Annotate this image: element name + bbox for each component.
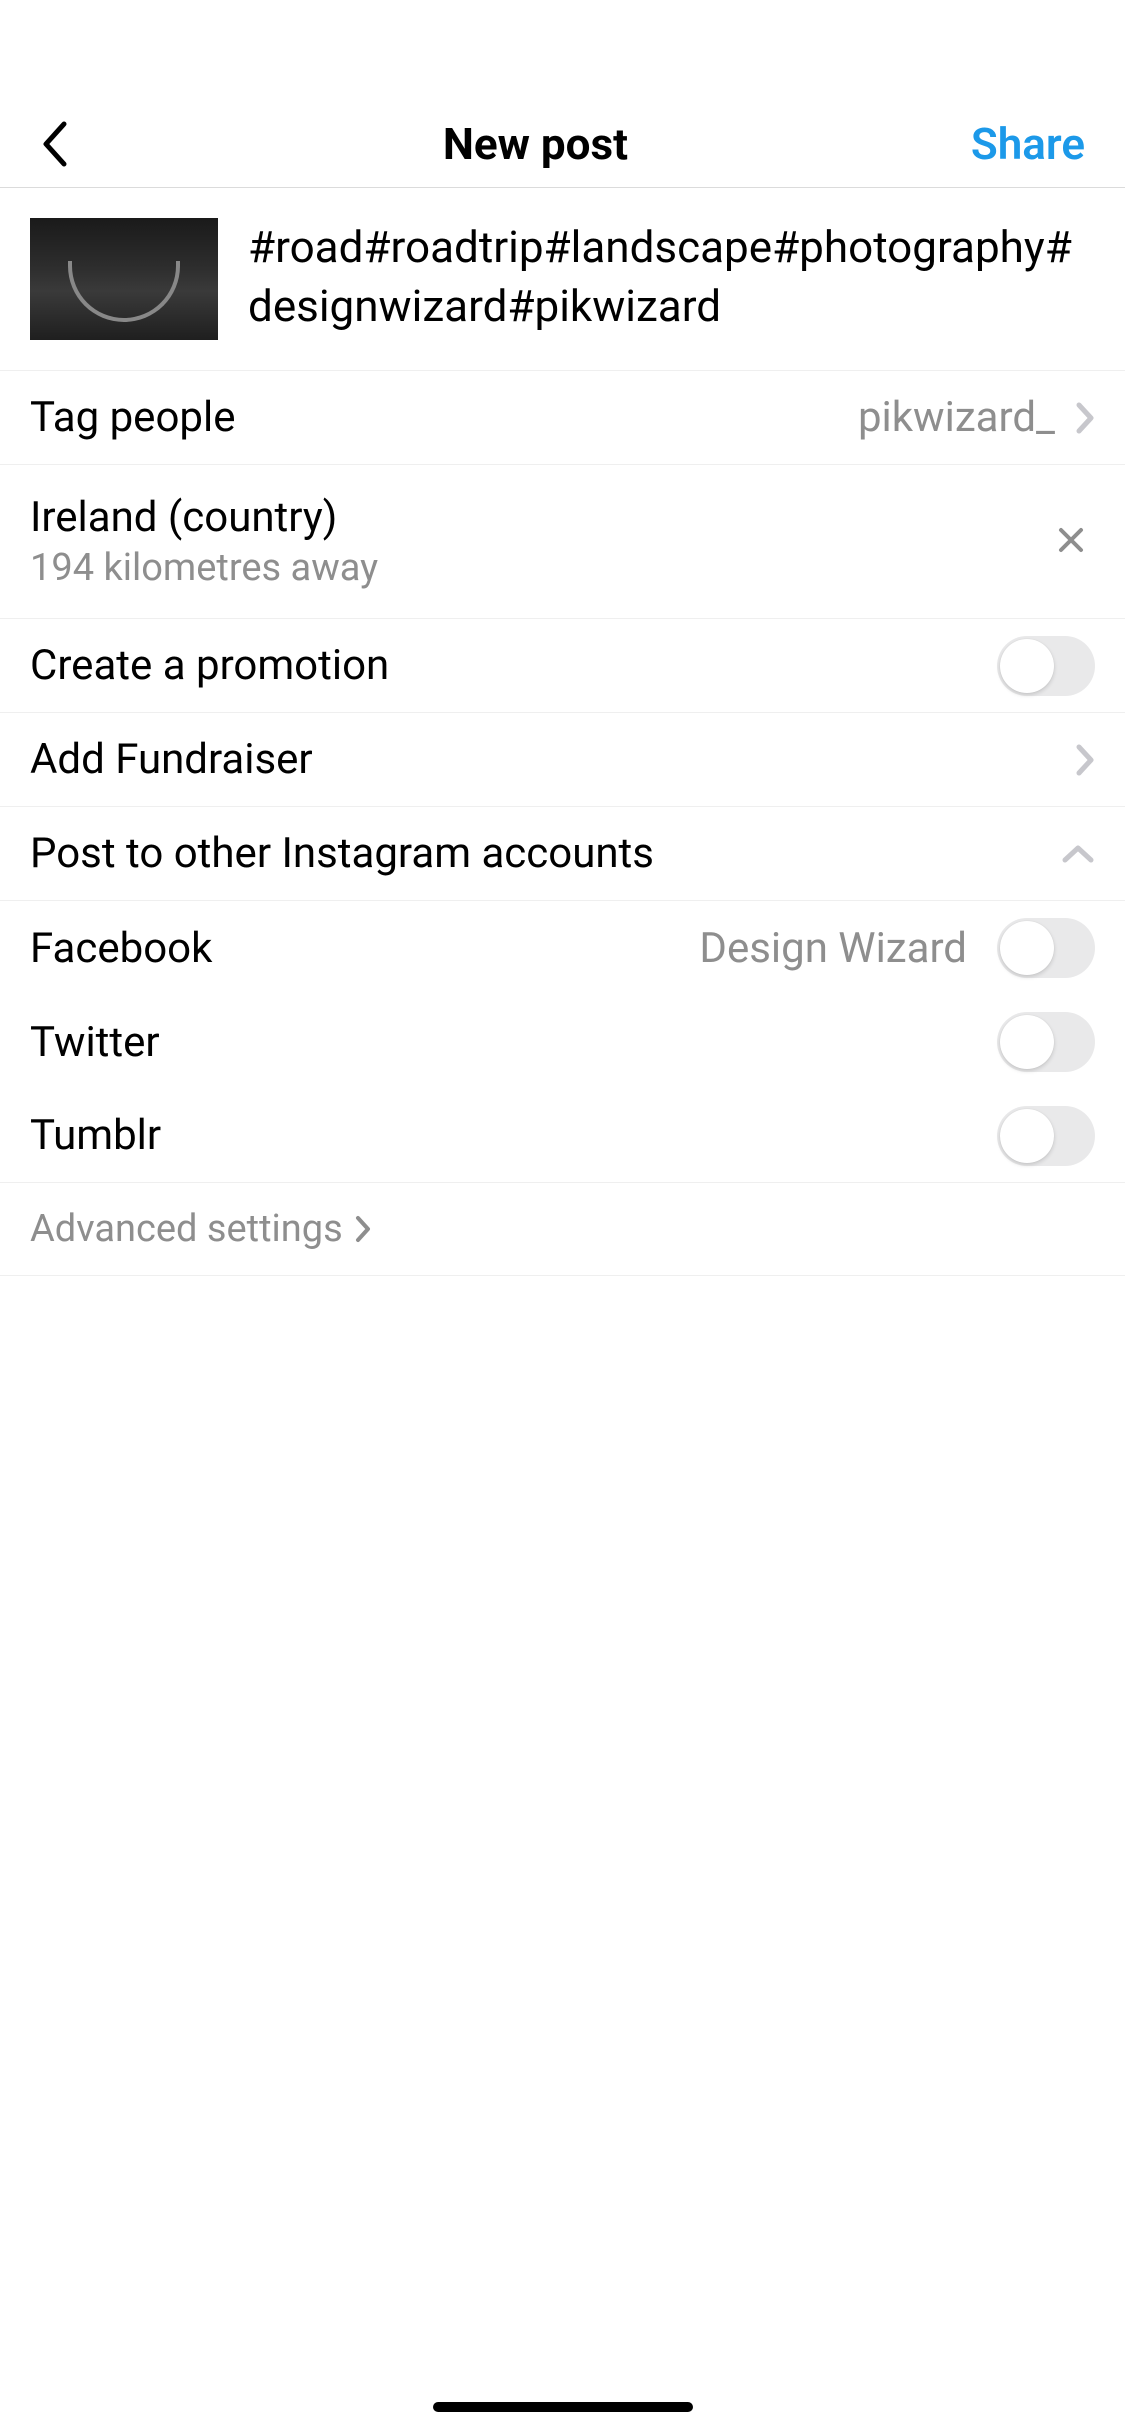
advanced-settings-row[interactable]: Advanced settings: [0, 1183, 1125, 1276]
home-indicator[interactable]: [433, 2402, 693, 2412]
location-name: Ireland (country): [30, 493, 378, 542]
advanced-settings-label: Advanced settings: [30, 1207, 343, 1251]
nav-bar: New post Share: [0, 100, 1125, 188]
caption-input[interactable]: #road#roadtrip#landscape#photography#des…: [248, 218, 1095, 340]
tag-people-value: pikwizard_: [858, 393, 1055, 442]
back-button[interactable]: [40, 114, 100, 174]
post-other-accounts-row[interactable]: Post to other Instagram accounts: [0, 807, 1125, 901]
share-button[interactable]: Share: [971, 118, 1085, 170]
close-icon: [1057, 526, 1085, 554]
add-fundraiser-label: Add Fundraiser: [30, 735, 313, 784]
twitter-row: Twitter: [0, 995, 1125, 1089]
tumblr-label: Tumblr: [30, 1111, 161, 1160]
facebook-label: Facebook: [30, 924, 212, 973]
twitter-label: Twitter: [30, 1018, 160, 1067]
add-fundraiser-row[interactable]: Add Fundraiser: [0, 713, 1125, 807]
twitter-toggle[interactable]: [997, 1012, 1095, 1072]
location-row[interactable]: Ireland (country) 194 kilometres away: [0, 465, 1125, 619]
tag-people-label: Tag people: [30, 393, 235, 442]
post-thumbnail[interactable]: [30, 218, 218, 340]
caption-section: #road#roadtrip#landscape#photography#des…: [0, 188, 1125, 371]
chevron-up-icon: [1061, 844, 1095, 864]
remove-location-button[interactable]: [1047, 510, 1095, 574]
create-promotion-row: Create a promotion: [0, 619, 1125, 713]
tag-people-row[interactable]: Tag people pikwizard_: [0, 371, 1125, 465]
facebook-row: Facebook Design Wizard: [0, 901, 1125, 995]
facebook-toggle[interactable]: [997, 918, 1095, 978]
page-title: New post: [100, 118, 971, 170]
chevron-left-icon: [40, 120, 68, 168]
tumblr-toggle[interactable]: [997, 1106, 1095, 1166]
facebook-account: Design Wizard: [699, 924, 967, 973]
chevron-right-icon: [355, 1215, 371, 1243]
chevron-right-icon: [1075, 401, 1095, 435]
tumblr-row: Tumblr: [0, 1089, 1125, 1183]
location-distance: 194 kilometres away: [30, 546, 378, 590]
chevron-right-icon: [1075, 743, 1095, 777]
create-promotion-label: Create a promotion: [30, 641, 389, 690]
create-promotion-toggle[interactable]: [997, 636, 1095, 696]
post-other-accounts-label: Post to other Instagram accounts: [30, 829, 654, 878]
